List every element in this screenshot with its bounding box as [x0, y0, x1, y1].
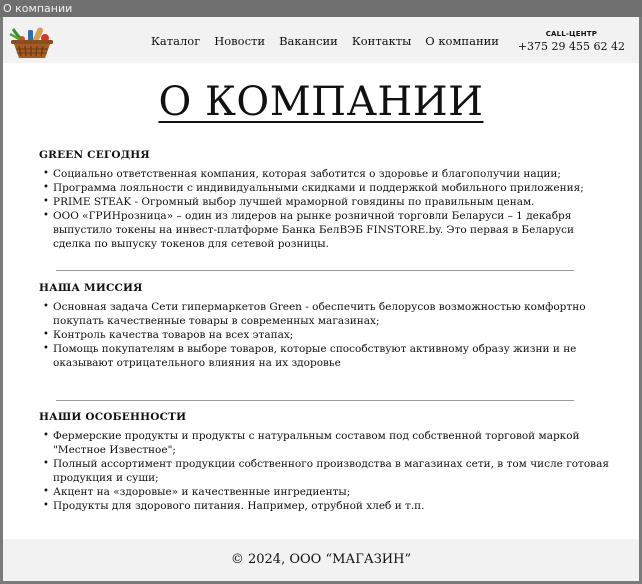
divider: [56, 400, 574, 401]
list-item: Социально ответственная компания, котора…: [43, 167, 609, 181]
main-nav: Каталог Новости Вакансии Контакты О комп…: [151, 34, 499, 52]
list-item: Акцент на «здоровые» и качественные ингр…: [43, 485, 609, 499]
section-heading: НАШИ ОСОБЕННОСТИ: [39, 411, 187, 423]
list-item: Основная задача Сети гипермаркетов Green…: [43, 300, 609, 328]
list-item: Фермерские продукты и продукты с натурал…: [43, 429, 609, 457]
list-item: Помощь покупателям в выборе товаров, кот…: [43, 342, 609, 370]
section-heading: НАША МИССИЯ: [39, 282, 143, 294]
call-center-label: CALL-ЦЕНТР: [545, 30, 598, 38]
nav-contacts-link[interactable]: Контакты: [352, 34, 411, 52]
section-features: НАШИ ОСОБЕННОСТИ Фермерские продукты и п…: [39, 411, 609, 513]
nav-vacancies-link[interactable]: Вакансии: [279, 34, 338, 52]
site-footer: © 2024, ООО “МАГАЗИН”: [3, 539, 639, 581]
divider: [56, 270, 574, 271]
page-title-text: О КОМПАНИИ: [158, 79, 484, 125]
basket-logo-icon[interactable]: [7, 25, 57, 59]
window-title: О компании: [0, 0, 642, 17]
list-item: Продукты для здорового питания. Например…: [43, 499, 609, 513]
nav-news-link[interactable]: Новости: [214, 34, 265, 52]
page-title: О КОМПАНИИ: [3, 79, 639, 125]
nav-about-link[interactable]: О компании: [425, 34, 499, 52]
section-mission: НАША МИССИЯ Основная задача Сети гиперма…: [39, 282, 609, 370]
site-header: Каталог Новости Вакансии Контакты О комп…: [3, 17, 639, 63]
list-item: Программа лояльности с индивидуальными с…: [43, 181, 609, 195]
section-green-today: GREEN СЕГОДНЯ Социально ответственная ко…: [39, 149, 609, 251]
list-item: ООО «ГРИНрозница» – один из лидеров на р…: [43, 209, 609, 251]
section-list: Социально ответственная компания, котора…: [39, 167, 609, 251]
list-item: Полный ассортимент продукции собственног…: [43, 457, 609, 485]
copyright-text: © 2024, ООО “МАГАЗИН”: [230, 552, 412, 567]
phone-number[interactable]: +375 29 455 62 42: [518, 40, 625, 53]
list-item: PRIME STEAK - Огромный выбор лучшей мрам…: [43, 195, 609, 209]
list-item: Контроль качества товаров на всех этапах…: [43, 328, 609, 342]
section-heading: GREEN СЕГОДНЯ: [39, 149, 150, 161]
section-list: Фермерские продукты и продукты с натурал…: [39, 429, 609, 513]
page: Каталог Новости Вакансии Контакты О комп…: [3, 17, 639, 581]
section-list: Основная задача Сети гипермаркетов Green…: [39, 300, 609, 370]
nav-catalog-link[interactable]: Каталог: [151, 34, 200, 52]
browser-window: О компании Каталог Новости Вакансии Конт…: [0, 0, 642, 584]
call-center: CALL-ЦЕНТР +375 29 455 62 42: [518, 30, 625, 53]
